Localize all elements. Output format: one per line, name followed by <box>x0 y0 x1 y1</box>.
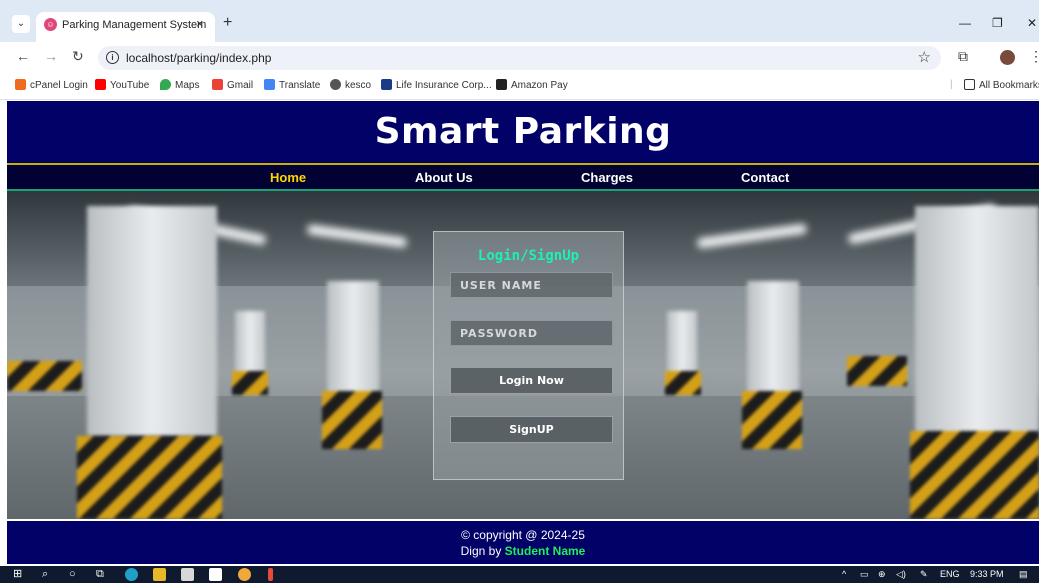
bookmark-label: cPanel Login <box>30 80 88 91</box>
login-title: Login/SignUp <box>477 248 580 264</box>
search-icon[interactable]: ⌕ <box>42 568 48 581</box>
all-bookmarks-label: All Bookmarks <box>979 80 1039 91</box>
nav-contact[interactable]: Contact <box>741 170 789 185</box>
bookmark-translate[interactable]: Translate <box>264 79 320 91</box>
mail-icon[interactable] <box>209 568 222 581</box>
extensions-icon[interactable]: ⧉ <box>958 48 968 65</box>
pillar <box>915 206 1039 436</box>
bookmark-label: kesco <box>345 80 372 91</box>
nav-about-us[interactable]: About Us <box>415 170 473 185</box>
browser-tab-active[interactable]: ☺ Parking Management System × <box>36 12 215 42</box>
bookmarks-bar: cPanel Login YouTube Maps Gmail Translat… <box>0 72 1039 100</box>
bookmark-label: Gmail <box>227 80 254 91</box>
cortana-icon[interactable]: ○ <box>69 568 76 581</box>
site-nav: Home About Us Charges Contact <box>7 165 1039 191</box>
network-icon[interactable]: ⊕ <box>878 569 886 580</box>
bookmark-youtube[interactable]: YouTube <box>95 79 149 91</box>
all-bookmarks-button[interactable]: All Bookmarks <box>964 79 1039 91</box>
battery-icon[interactable]: ▭ <box>860 569 869 580</box>
bookmark-lic[interactable]: Life Insurance Corp... <box>381 79 492 91</box>
designer-prefix: Dign by <box>460 544 502 558</box>
hazard-stripes <box>742 391 802 449</box>
site-title: Smart Parking <box>374 111 672 152</box>
bookmark-cpanel[interactable]: cPanel Login <box>15 79 88 91</box>
minimize-window-icon[interactable]: — <box>959 16 971 30</box>
bookmark-kesco[interactable]: kesco <box>330 79 371 91</box>
windows-start-icon[interactable]: ⊞ <box>13 568 22 581</box>
notifications-icon[interactable]: ▤ <box>1019 569 1028 580</box>
bookmark-gmail[interactable]: Gmail <box>212 79 253 91</box>
bookmark-label: Amazon Pay <box>511 80 568 91</box>
address-bar[interactable]: i localhost/parking/index.php ☆ <box>98 46 941 70</box>
maps-icon <box>160 79 171 90</box>
new-tab-button[interactable]: + <box>223 15 232 31</box>
site-favicon-icon: ☺ <box>44 18 57 31</box>
file-explorer-icon[interactable] <box>153 568 166 581</box>
hazard-stripes <box>322 391 382 449</box>
signup-button[interactable]: SignUP <box>450 416 613 443</box>
bookmark-label: Life Insurance Corp... <box>396 80 492 91</box>
tab-close-icon[interactable]: × <box>196 16 204 31</box>
student-name: Student Name <box>504 544 586 558</box>
bookmark-amazon-pay[interactable]: Amazon Pay <box>496 79 568 91</box>
task-view-icon[interactable]: ⧉ <box>96 568 104 581</box>
bookmark-star-icon[interactable]: ☆ <box>918 48 931 66</box>
bookmark-label: YouTube <box>110 80 150 91</box>
login-signup-panel: Login/SignUp Login Now SignUP <box>433 231 624 480</box>
pen-icon[interactable]: ✎ <box>920 569 928 580</box>
tab-search-button[interactable]: ⌄ <box>12 15 30 33</box>
copyright-text: © copyright @ 2024-25 <box>461 528 585 542</box>
browser-toolbar: ← → ↻ i localhost/parking/index.php ☆ <box>0 42 1039 72</box>
back-arrow-icon[interactable]: ← <box>16 48 30 64</box>
hazard-stripes <box>77 436 222 519</box>
restore-window-icon[interactable]: ❐ <box>992 16 1003 30</box>
translate-icon <box>264 79 275 90</box>
profile-avatar[interactable] <box>1000 50 1015 65</box>
password-field[interactable] <box>450 320 613 346</box>
username-field[interactable] <box>450 272 613 298</box>
hazard-stripes <box>7 361 82 391</box>
address-url[interactable]: localhost/parking/index.php <box>126 51 271 65</box>
site-info-icon[interactable]: i <box>106 51 119 64</box>
site-footer: © copyright @ 2024-25 Dign by Student Na… <box>7 519 1039 564</box>
hazard-stripes <box>847 356 907 386</box>
folder-icon <box>964 79 975 90</box>
youtube-icon <box>95 79 106 90</box>
clock[interactable]: 9:33 PM <box>970 569 1004 579</box>
login-now-button[interactable]: Login Now <box>450 367 613 394</box>
gmail-icon <box>212 79 223 90</box>
hazard-stripes <box>910 431 1039 519</box>
lic-icon <box>381 79 392 90</box>
kesco-icon <box>330 79 341 90</box>
forward-arrow-icon[interactable]: → <box>44 48 58 64</box>
bookmarks-divider: | <box>950 79 953 90</box>
nav-charges[interactable]: Charges <box>581 170 633 185</box>
amazon-icon <box>496 79 507 90</box>
nav-home[interactable]: Home <box>270 170 306 185</box>
designer-credit: Dign by Student Name <box>7 544 1039 558</box>
browser-menu-icon[interactable]: ⋮ <box>1029 48 1039 65</box>
browser-tabstrip: ⌄ ☺ Parking Management System × + — ❐ ✕ <box>0 0 1039 42</box>
chrome-icon[interactable] <box>238 568 251 581</box>
close-window-icon[interactable]: ✕ <box>1027 16 1037 30</box>
site-header: Smart Parking <box>7 101 1039 165</box>
app-icon[interactable] <box>268 568 273 581</box>
bookmark-label: Translate <box>279 80 321 91</box>
hazard-stripes <box>665 371 701 395</box>
hazard-stripes <box>232 371 268 395</box>
language-indicator[interactable]: ENG <box>940 569 960 579</box>
edge-icon[interactable] <box>125 568 138 581</box>
tab-title: Parking Management System <box>62 19 207 31</box>
store-icon[interactable] <box>181 568 194 581</box>
pillar <box>87 206 217 436</box>
windows-taskbar: ⊞ ⌕ ○ ⧉ ^ ▭ ⊕ ◁) ✎ ENG 9:33 PM ▤ <box>0 566 1039 583</box>
bookmark-label: Maps <box>175 80 200 91</box>
bookmark-maps[interactable]: Maps <box>160 79 199 91</box>
cpanel-icon <box>15 79 26 90</box>
volume-icon[interactable]: ◁) <box>896 569 906 580</box>
reload-icon[interactable]: ↻ <box>72 48 84 64</box>
tray-chevron-icon[interactable]: ^ <box>842 569 846 579</box>
screen: ⌄ ☺ Parking Management System × + — ❐ ✕ … <box>0 0 1039 583</box>
